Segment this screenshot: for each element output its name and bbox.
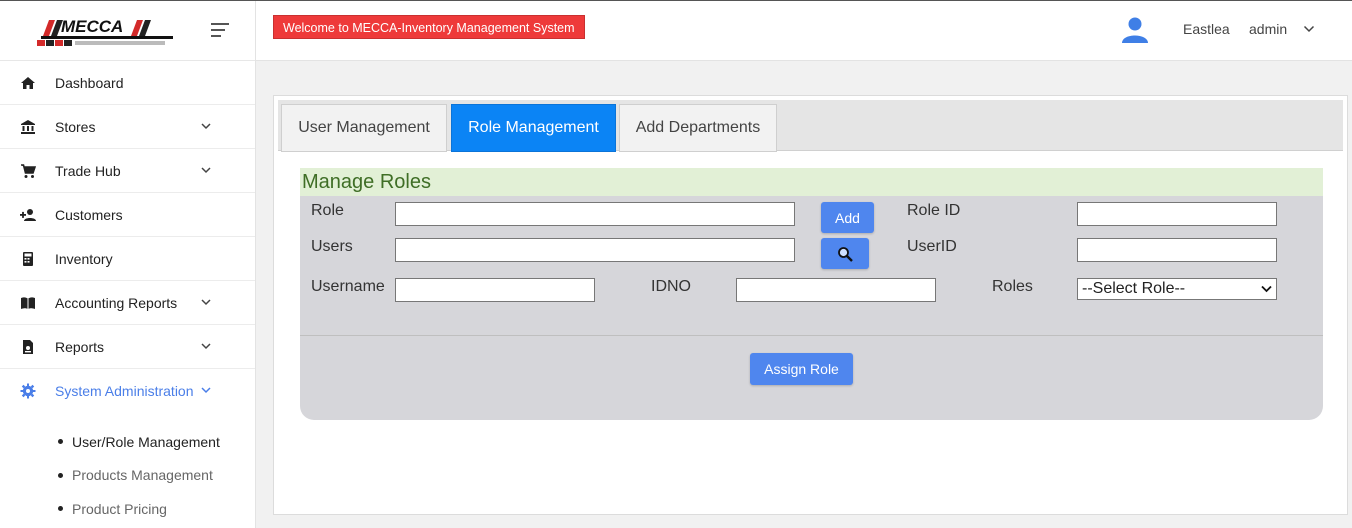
bank-icon bbox=[21, 120, 35, 134]
cart-icon bbox=[21, 164, 36, 178]
sidebar-item-label: Inventory bbox=[55, 250, 113, 267]
roles-select-value: --Select Role-- bbox=[1082, 280, 1186, 297]
sidebar-subitem-label: User/Role Management bbox=[72, 433, 220, 450]
sidebar-item-trade-hub[interactable]: Trade Hub bbox=[0, 149, 255, 193]
sidebar-subitem-product-pricing[interactable]: Product Pricing bbox=[0, 492, 255, 526]
book-icon bbox=[21, 297, 35, 309]
roles-label: Roles bbox=[992, 278, 1033, 295]
sidebar-item-label: System Administration bbox=[55, 383, 194, 399]
sidebar-item-label: Dashboard bbox=[55, 74, 124, 91]
chevron-down-icon[interactable] bbox=[201, 166, 211, 174]
tab-bar: User Management Role Management Add Depa… bbox=[278, 100, 1343, 152]
gear-icon bbox=[20, 383, 36, 399]
sidebar-subitem-products-management[interactable]: Products Management bbox=[0, 459, 255, 493]
chevron-down-icon[interactable] bbox=[1303, 25, 1315, 33]
form-title: Manage Roles bbox=[300, 168, 1323, 196]
tab-add-departments[interactable]: Add Departments bbox=[619, 104, 777, 152]
branch-name: Eastlea bbox=[1183, 21, 1230, 37]
main-panel: User Management Role Management Add Depa… bbox=[273, 95, 1348, 515]
assign-role-button[interactable]: Assign Role bbox=[750, 353, 853, 385]
form-divider bbox=[300, 335, 1323, 336]
sidebar-subitem-user-role-management[interactable]: User/Role Management bbox=[0, 425, 255, 459]
sidebar-item-label: Reports bbox=[55, 338, 105, 355]
search-users-button[interactable] bbox=[821, 238, 869, 269]
bullet-icon bbox=[58, 472, 63, 478]
sidebar: MECCA Dashboard Stores Trade Hub Custome… bbox=[0, 1, 256, 528]
tab-role-management[interactable]: Role Management bbox=[451, 104, 616, 152]
sidebar-item-stores[interactable]: Stores bbox=[0, 105, 255, 149]
svg-text:MECCA: MECCA bbox=[61, 17, 123, 36]
sidebar-item-label: Customers bbox=[55, 206, 123, 223]
users-label: Users bbox=[311, 238, 353, 255]
report-icon bbox=[23, 340, 33, 354]
manage-roles-form: Manage Roles Role Add Role ID Users User… bbox=[300, 168, 1323, 420]
welcome-banner: Welcome to MECCA-Inventory Management Sy… bbox=[273, 15, 585, 39]
bullet-icon bbox=[58, 506, 63, 512]
add-role-button[interactable]: Add bbox=[821, 202, 874, 233]
sidebar-item-label: Stores bbox=[55, 118, 96, 135]
person-add-icon bbox=[20, 209, 36, 221]
idno-input[interactable] bbox=[736, 278, 936, 302]
sidebar-item-reports[interactable]: Reports bbox=[0, 325, 255, 369]
chevron-down-icon[interactable] bbox=[201, 386, 211, 394]
sidebar-item-system-administration[interactable]: System Administration bbox=[0, 369, 255, 413]
role-input[interactable] bbox=[395, 202, 795, 226]
users-input[interactable] bbox=[395, 238, 795, 262]
user-id-input[interactable] bbox=[1077, 238, 1277, 262]
sidebar-subitem-label: Products Management bbox=[72, 467, 213, 484]
chevron-down-icon[interactable] bbox=[201, 298, 211, 306]
idno-label: IDNO bbox=[651, 278, 691, 295]
sidebar-item-customers[interactable]: Customers bbox=[0, 193, 255, 237]
sidebar-item-label: Trade Hub bbox=[55, 162, 121, 179]
username-label[interactable]: admin bbox=[1249, 21, 1287, 37]
chevron-down-icon[interactable] bbox=[201, 122, 211, 130]
sidebar-item-label: Accounting Reports bbox=[55, 294, 178, 311]
username-field-label: Username bbox=[311, 278, 385, 295]
bullet-icon bbox=[58, 439, 63, 445]
user-id-label: UserID bbox=[907, 238, 957, 255]
search-icon bbox=[838, 246, 853, 262]
user-avatar-icon[interactable] bbox=[1120, 15, 1150, 45]
username-input[interactable] bbox=[395, 278, 595, 302]
sidebar-item-accounting-reports[interactable]: Accounting Reports bbox=[0, 281, 255, 325]
roles-select[interactable]: --Select Role-- bbox=[1077, 278, 1277, 300]
role-label: Role bbox=[311, 202, 344, 219]
tab-user-management[interactable]: User Management bbox=[281, 104, 447, 152]
menu-toggle-icon[interactable] bbox=[211, 23, 231, 39]
sidebar-item-inventory[interactable]: Inventory bbox=[0, 237, 255, 281]
chevron-down-icon[interactable] bbox=[201, 342, 211, 350]
mecca-logo[interactable]: MECCA bbox=[35, 12, 175, 48]
chevron-down-icon bbox=[1261, 285, 1272, 293]
home-icon bbox=[21, 77, 35, 89]
sidebar-item-dashboard[interactable]: Dashboard bbox=[0, 61, 255, 105]
calculator-icon bbox=[23, 252, 33, 266]
role-id-input[interactable] bbox=[1077, 202, 1277, 226]
sidebar-subitem-label: Product Pricing bbox=[72, 500, 167, 517]
top-header: Welcome to MECCA-Inventory Management Sy… bbox=[256, 1, 1352, 61]
role-id-label: Role ID bbox=[907, 202, 961, 219]
logo-area: MECCA bbox=[0, 1, 255, 61]
